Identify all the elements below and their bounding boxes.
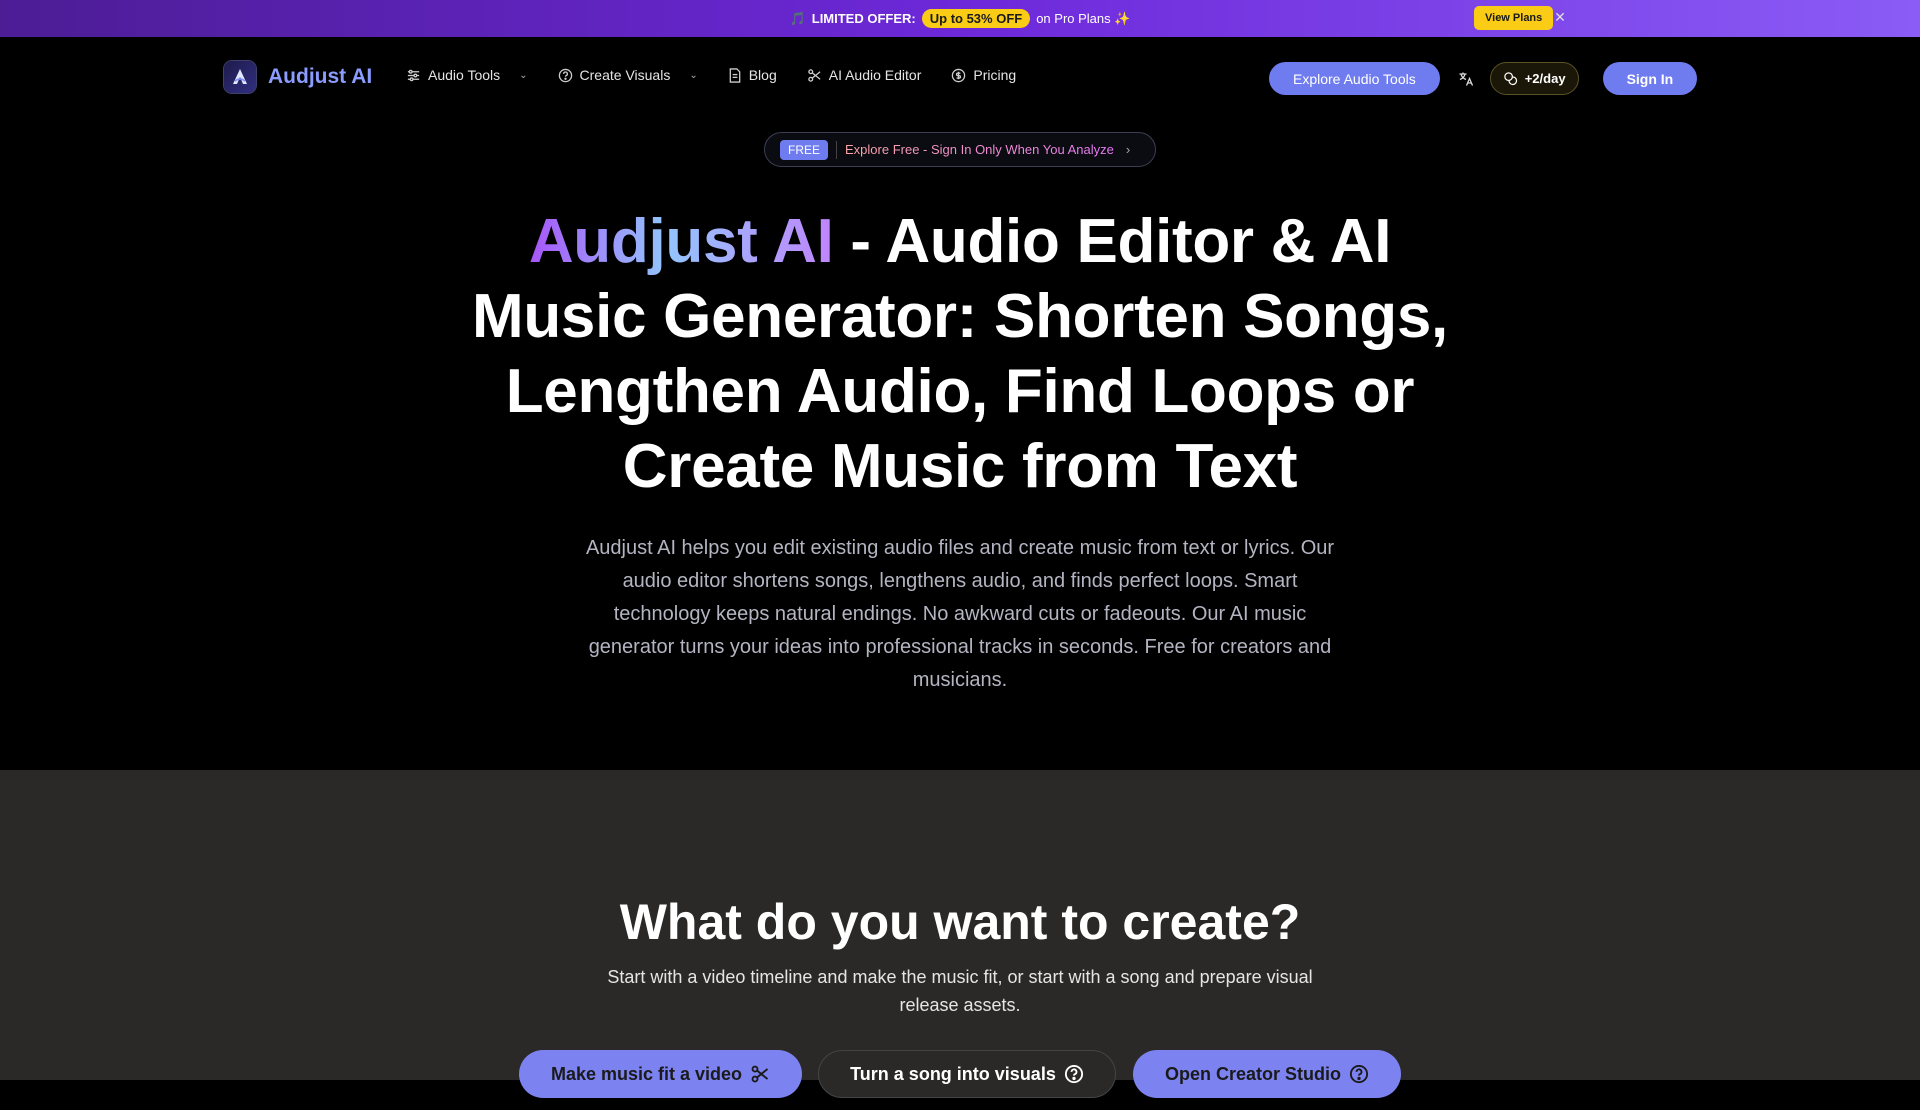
nav-links: Audio Tools ⌄ Create Visuals ⌄ Blog AI A… xyxy=(406,67,1016,83)
nav-label: Blog xyxy=(748,67,777,83)
document-icon xyxy=(729,67,741,83)
nav-label: Create Visuals xyxy=(579,67,671,83)
credits-label: +2/day xyxy=(1524,71,1566,86)
create-subtitle: Start with a video timeline and make the… xyxy=(607,967,1313,1015)
view-plans-button[interactable]: View Plans xyxy=(1474,6,1554,30)
promo-discount: Up to 53% OFF xyxy=(921,9,1031,28)
hero-description: Audjust AI helps you edit existing audio… xyxy=(585,537,1335,691)
chevron-down-icon: ⌄ xyxy=(519,69,528,81)
nav-label: Pricing xyxy=(973,67,1017,83)
translate-icon[interactable] xyxy=(1456,69,1476,89)
cta-label: Make music fit a video xyxy=(550,1063,743,1084)
free-tag: FREE xyxy=(780,139,829,160)
coins-icon xyxy=(1503,72,1517,86)
explore-audio-tools-button[interactable]: Explore Audio Tools xyxy=(1269,62,1440,95)
logo-icon xyxy=(224,61,256,93)
help-circle-icon xyxy=(558,68,572,82)
help-circle-icon xyxy=(1349,1064,1369,1084)
chevron-down-icon: ⌄ xyxy=(689,69,698,81)
open-creator-studio-button[interactable]: Open Creator Studio xyxy=(1133,1050,1401,1098)
turn-song-into-visuals-button[interactable]: Turn a song into visuals xyxy=(818,1050,1116,1098)
nav-label: AI Audio Editor xyxy=(828,67,922,83)
promo-suffix: on Pro Plans ✨ xyxy=(1036,10,1131,26)
daily-credits-badge[interactable]: +2/day xyxy=(1489,62,1579,95)
nav-label: Audio Tools xyxy=(428,67,501,83)
scissors-icon xyxy=(751,1065,769,1083)
chevron-right-icon: › xyxy=(1125,142,1131,157)
cta-label: Turn a song into visuals xyxy=(850,1063,1056,1084)
dollar-circle-icon xyxy=(952,68,966,82)
create-title: What do you want to create? xyxy=(619,894,1301,950)
help-circle-icon xyxy=(1064,1064,1083,1084)
scissors-icon xyxy=(807,68,821,82)
brand-name: Audjust AI xyxy=(268,65,373,88)
promo-label: LIMITED OFFER: xyxy=(811,11,916,26)
music-note-icon: 🎵 xyxy=(789,10,806,26)
cta-label: Open Creator Studio xyxy=(1164,1063,1341,1084)
sliders-icon xyxy=(407,69,420,81)
nav-ai-audio-editor[interactable]: AI Audio Editor xyxy=(807,67,922,83)
hero-brand: Audjust AI xyxy=(528,207,834,276)
make-music-fit-video-button[interactable]: Make music fit a video xyxy=(519,1050,802,1098)
free-badge-text: Explore Free - Sign In Only When You Ana… xyxy=(845,142,1114,157)
sign-in-button[interactable]: Sign In xyxy=(1602,62,1698,95)
hero-title: Audjust AI - Audio Editor & AI Music Gen… xyxy=(460,204,1460,504)
cta-row: Make music fit a video Turn a song into … xyxy=(0,1050,1920,1110)
free-explore-badge[interactable]: FREE Explore Free - Sign In Only When Yo… xyxy=(764,132,1156,167)
top-nav: Audjust AI Audio Tools ⌄ Create Visuals … xyxy=(0,37,1920,121)
close-icon[interactable]: ✕ xyxy=(1552,9,1568,25)
nav-pricing[interactable]: Pricing xyxy=(951,67,1016,83)
brand-logo[interactable]: Audjust AI xyxy=(224,61,372,93)
nav-actions: Explore Audio Tools +2/day Sign In xyxy=(1269,62,1698,95)
nav-create-visuals[interactable]: Create Visuals ⌄ xyxy=(558,67,698,83)
promo-banner: 🎵 LIMITED OFFER: Up to 53% OFF on Pro Pl… xyxy=(0,0,1920,37)
nav-blog[interactable]: Blog xyxy=(728,67,777,83)
nav-audio-tools[interactable]: Audio Tools ⌄ xyxy=(406,67,528,83)
create-section: What do you want to create? Start with a… xyxy=(0,770,1920,1098)
divider xyxy=(836,140,838,159)
